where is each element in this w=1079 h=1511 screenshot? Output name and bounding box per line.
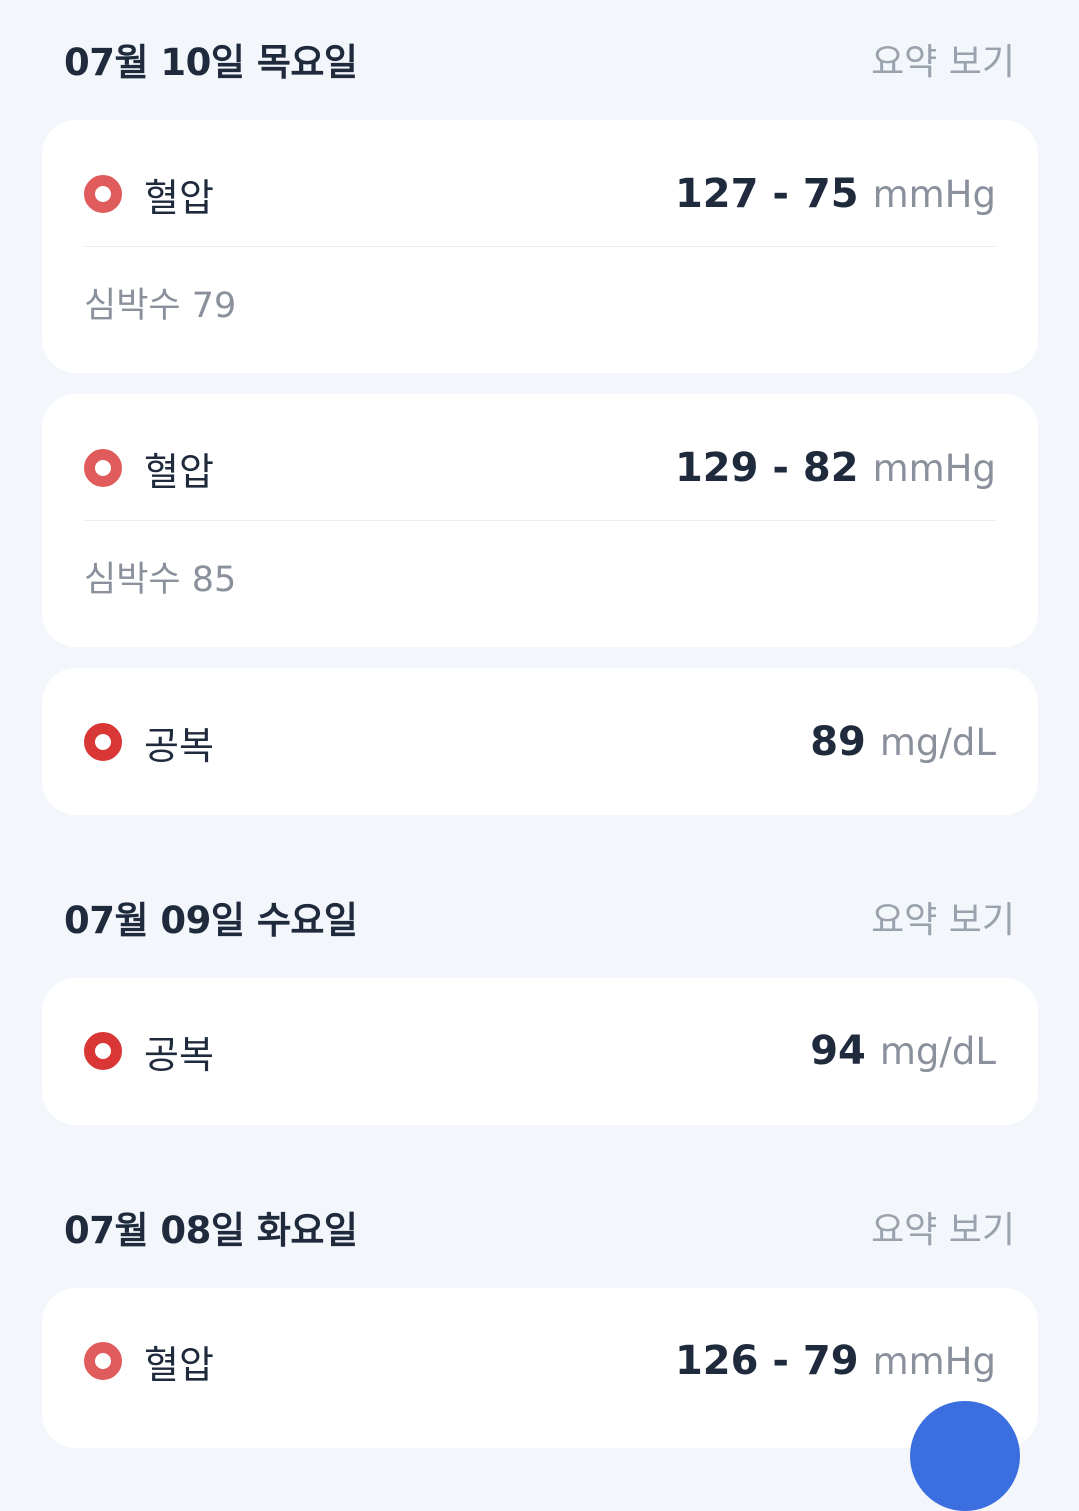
date-title: 07월 08일 화요일 bbox=[64, 1209, 358, 1252]
record-value: 89 bbox=[810, 719, 866, 765]
record-card-blood-pressure[interactable]: 혈압 129 - 82 mmHg 심박수 85 bbox=[42, 394, 1038, 647]
record-unit: mmHg bbox=[872, 173, 996, 216]
record-value: 127 - 75 bbox=[674, 171, 859, 217]
record-type-label: 혈압 bbox=[144, 449, 214, 494]
glucose-status-icon bbox=[84, 723, 122, 761]
date-title: 07월 09일 수요일 bbox=[64, 899, 358, 942]
day-header: 07월 10일 목요일 요약 보기 bbox=[64, 29, 1015, 89]
summary-view-link[interactable]: 요약 보기 bbox=[871, 1201, 1015, 1253]
record-value: 126 - 79 bbox=[674, 1338, 859, 1384]
record-type-label: 혈압 bbox=[144, 175, 214, 220]
record-row: 혈압 129 - 82 mmHg bbox=[84, 428, 996, 508]
record-card-fasting-glucose[interactable]: 공복 94 mg/dL bbox=[42, 978, 1038, 1125]
blood-pressure-status-icon bbox=[84, 1342, 122, 1380]
record-unit: mmHg bbox=[872, 1340, 996, 1383]
record-row: 혈압 127 - 75 mmHg bbox=[84, 154, 996, 234]
record-row: 공복 94 mg/dL bbox=[84, 1011, 996, 1091]
card-divider bbox=[84, 246, 996, 247]
day-header: 07월 09일 수요일 요약 보기 bbox=[64, 887, 1015, 947]
blood-pressure-status-icon bbox=[84, 449, 122, 487]
record-row: 공복 89 mg/dL bbox=[84, 702, 996, 782]
record-value: 129 - 82 bbox=[674, 445, 859, 491]
record-card-blood-pressure[interactable]: 혈압 127 - 75 mmHg 심박수 79 bbox=[42, 120, 1038, 373]
date-title: 07월 10일 목요일 bbox=[64, 41, 358, 84]
floating-action-button[interactable] bbox=[910, 1401, 1020, 1511]
glucose-status-icon bbox=[84, 1032, 122, 1070]
card-divider bbox=[84, 520, 996, 521]
record-type-label: 공복 bbox=[144, 723, 214, 768]
record-type-label: 공복 bbox=[144, 1032, 214, 1077]
record-unit: mg/dL bbox=[879, 1030, 996, 1073]
record-type-label: 혈압 bbox=[144, 1342, 214, 1387]
record-card-fasting-glucose[interactable]: 공복 89 mg/dL bbox=[42, 668, 1038, 815]
summary-view-link[interactable]: 요약 보기 bbox=[871, 891, 1015, 943]
blood-pressure-status-icon bbox=[84, 175, 122, 213]
record-card-blood-pressure[interactable]: 혈압 126 - 79 mmHg bbox=[42, 1288, 1038, 1448]
record-unit: mmHg bbox=[872, 447, 996, 490]
summary-view-link[interactable]: 요약 보기 bbox=[871, 33, 1015, 85]
record-row: 혈압 126 - 79 mmHg bbox=[84, 1321, 996, 1401]
day-header: 07월 08일 화요일 요약 보기 bbox=[64, 1197, 1015, 1257]
heart-rate-text: 심박수 85 bbox=[84, 560, 237, 600]
heart-rate-text: 심박수 79 bbox=[84, 286, 237, 326]
record-value: 94 bbox=[810, 1028, 866, 1074]
record-unit: mg/dL bbox=[879, 721, 996, 764]
